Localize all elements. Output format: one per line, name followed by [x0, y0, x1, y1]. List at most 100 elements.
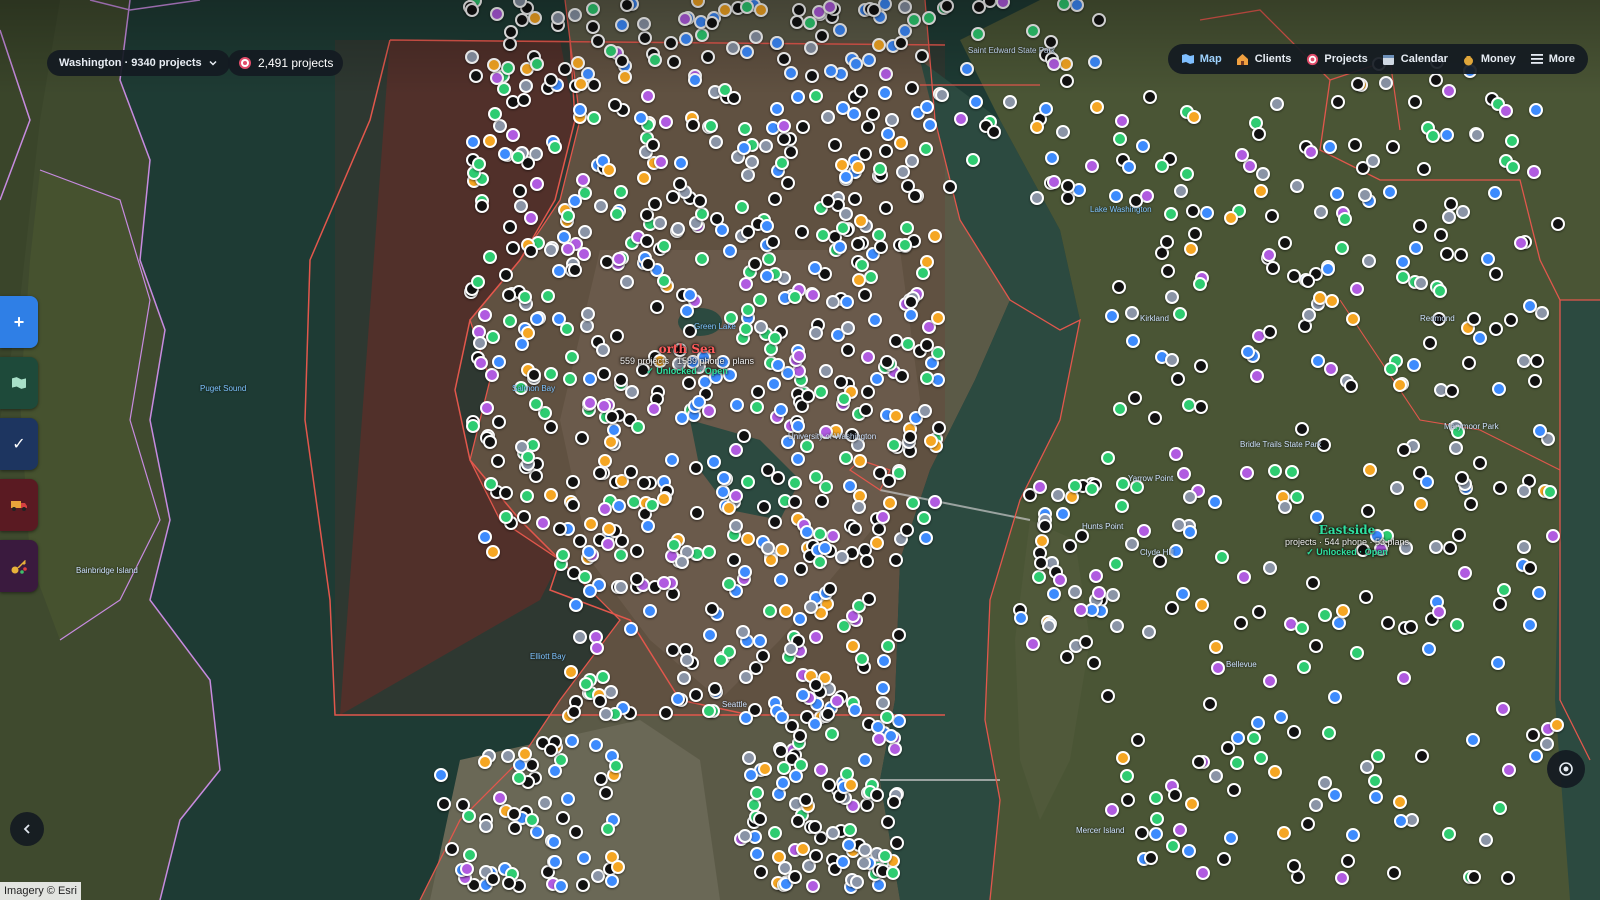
project-marker[interactable]: [1432, 604, 1447, 619]
project-marker[interactable]: [861, 53, 876, 68]
project-marker[interactable]: [601, 162, 616, 177]
project-marker[interactable]: [568, 7, 583, 22]
project-marker[interactable]: [1396, 670, 1411, 685]
project-marker[interactable]: [598, 786, 613, 801]
project-marker[interactable]: [790, 419, 805, 434]
project-marker[interactable]: [921, 10, 936, 25]
project-marker[interactable]: [879, 710, 894, 725]
project-marker[interactable]: [847, 702, 862, 717]
project-marker[interactable]: [484, 368, 499, 383]
project-marker[interactable]: [845, 638, 860, 653]
project-marker[interactable]: [1187, 109, 1202, 124]
nav-more[interactable]: More: [1523, 44, 1582, 74]
project-marker[interactable]: [659, 705, 674, 720]
project-marker[interactable]: [1383, 184, 1398, 199]
project-marker[interactable]: [793, 611, 808, 626]
project-marker[interactable]: [564, 350, 579, 365]
project-marker[interactable]: [1030, 190, 1045, 205]
project-marker[interactable]: [1455, 204, 1470, 219]
project-marker[interactable]: [586, 77, 601, 92]
project-marker[interactable]: [907, 188, 922, 203]
project-marker[interactable]: [838, 206, 853, 221]
project-marker[interactable]: [491, 414, 506, 429]
project-marker[interactable]: [726, 552, 741, 567]
project-marker[interactable]: [971, 0, 986, 15]
project-marker[interactable]: [1414, 748, 1429, 763]
project-marker[interactable]: [630, 543, 645, 558]
project-marker[interactable]: [872, 732, 886, 747]
project-marker[interactable]: [672, 176, 687, 191]
project-marker[interactable]: [604, 409, 619, 424]
project-marker[interactable]: [752, 633, 767, 648]
project-marker[interactable]: [1268, 463, 1283, 478]
project-marker[interactable]: [465, 2, 480, 17]
project-marker[interactable]: [624, 464, 639, 479]
project-marker[interactable]: [1203, 696, 1218, 711]
project-marker[interactable]: [1433, 227, 1448, 242]
project-marker[interactable]: [1112, 132, 1127, 147]
project-marker[interactable]: [1300, 273, 1315, 288]
project-marker[interactable]: [919, 338, 934, 353]
project-marker[interactable]: [1432, 283, 1447, 298]
project-marker[interactable]: [609, 207, 624, 222]
project-marker[interactable]: [507, 806, 522, 821]
project-marker[interactable]: [501, 876, 516, 891]
project-marker[interactable]: [777, 118, 792, 133]
project-marker[interactable]: [1090, 99, 1105, 114]
project-marker[interactable]: [462, 808, 477, 823]
project-marker[interactable]: [1044, 151, 1059, 165]
project-marker[interactable]: [776, 131, 791, 146]
project-marker[interactable]: [1252, 126, 1267, 141]
project-marker[interactable]: [471, 274, 486, 289]
project-marker[interactable]: [1345, 312, 1360, 327]
project-marker[interactable]: [739, 0, 754, 14]
project-marker[interactable]: [1087, 54, 1102, 69]
project-marker[interactable]: [1322, 726, 1337, 740]
project-marker[interactable]: [1523, 560, 1538, 575]
project-marker[interactable]: [1086, 656, 1101, 671]
nav-calendar[interactable]: Calendar: [1375, 44, 1455, 74]
project-marker[interactable]: [1492, 800, 1507, 815]
project-marker[interactable]: [601, 536, 616, 551]
project-marker[interactable]: [704, 16, 719, 31]
project-marker[interactable]: [767, 376, 782, 391]
project-marker[interactable]: [888, 741, 903, 756]
project-marker[interactable]: [1501, 870, 1516, 885]
project-marker[interactable]: [503, 24, 518, 39]
project-marker[interactable]: [953, 112, 968, 127]
project-marker[interactable]: [560, 241, 575, 256]
project-marker[interactable]: [899, 220, 914, 235]
project-marker[interactable]: [1237, 569, 1252, 584]
project-marker[interactable]: [835, 220, 850, 235]
project-marker[interactable]: [582, 583, 597, 598]
project-marker[interactable]: [838, 450, 853, 465]
project-marker[interactable]: [596, 669, 611, 684]
project-marker[interactable]: [821, 777, 836, 792]
project-marker[interactable]: [683, 287, 698, 302]
project-marker[interactable]: [1261, 248, 1276, 263]
project-marker[interactable]: [629, 571, 644, 586]
project-marker[interactable]: [1249, 368, 1264, 383]
project-marker[interactable]: [1173, 183, 1188, 198]
project-marker[interactable]: [517, 289, 532, 304]
project-marker[interactable]: [799, 525, 814, 540]
project-marker[interactable]: [883, 729, 898, 744]
project-marker[interactable]: [519, 78, 534, 93]
project-marker[interactable]: [734, 199, 749, 214]
project-marker[interactable]: [1182, 843, 1197, 858]
project-marker[interactable]: [969, 94, 984, 109]
project-marker[interactable]: [477, 308, 492, 323]
project-marker[interactable]: [477, 754, 492, 769]
project-marker[interactable]: [1050, 487, 1065, 502]
region-label-north-seattle[interactable]: orth Sea 559 projects · 1589 phone · pla…: [612, 342, 762, 377]
project-marker[interactable]: [861, 591, 876, 606]
project-marker[interactable]: [1269, 97, 1284, 112]
project-marker[interactable]: [780, 176, 795, 191]
project-marker[interactable]: [1444, 383, 1459, 398]
project-marker[interactable]: [889, 836, 904, 851]
project-marker[interactable]: [818, 480, 833, 495]
project-marker[interactable]: [571, 55, 586, 70]
project-marker[interactable]: [1025, 636, 1040, 651]
project-marker[interactable]: [586, 111, 601, 126]
project-marker[interactable]: [599, 706, 614, 721]
